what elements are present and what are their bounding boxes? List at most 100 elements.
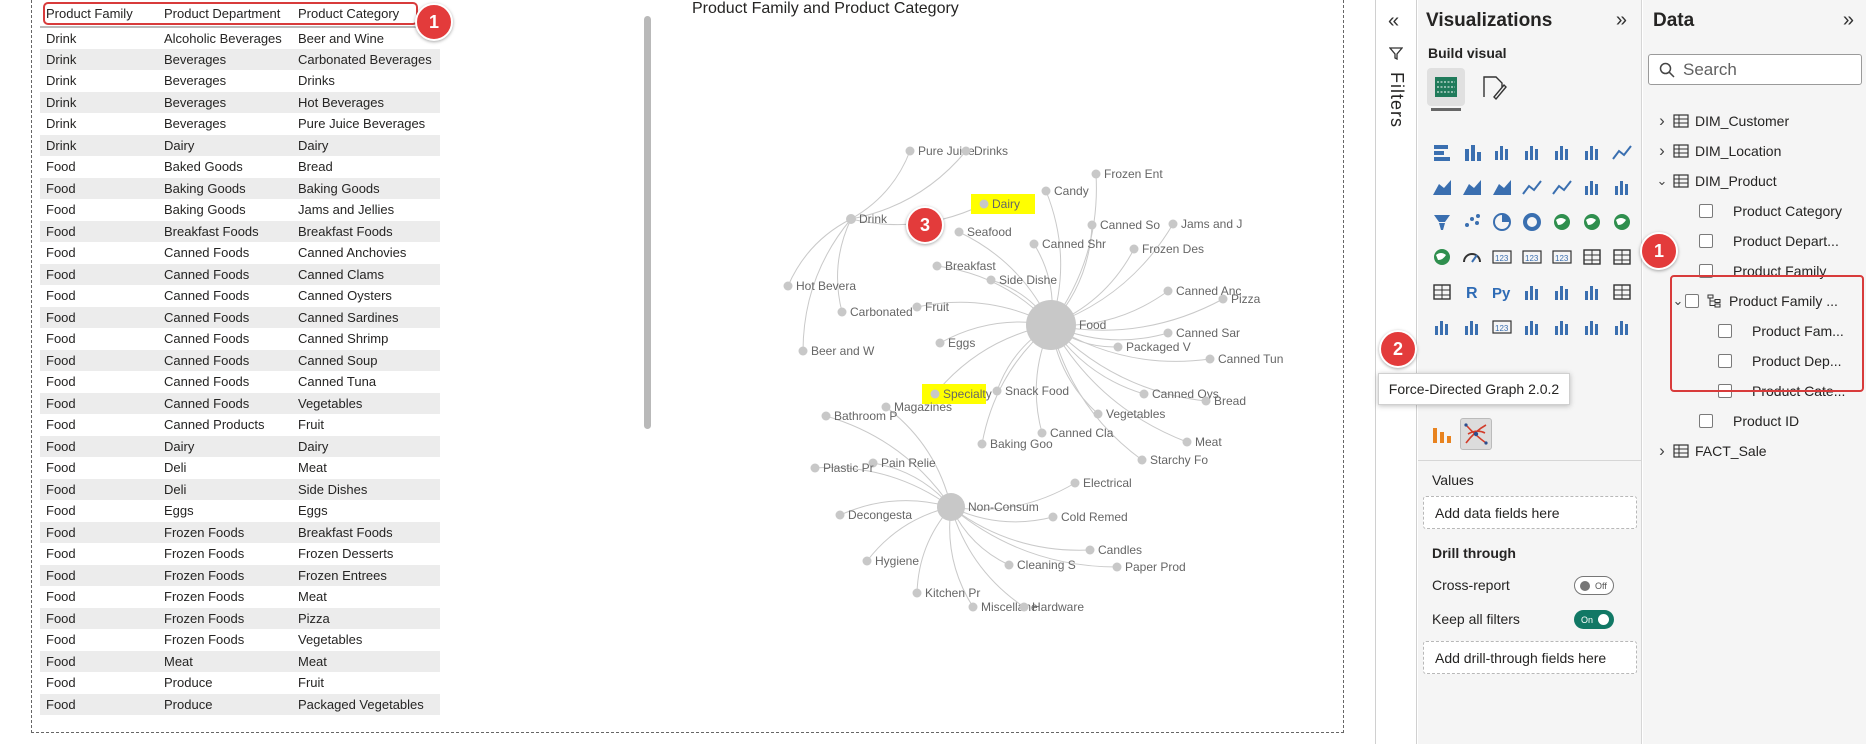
viz-100-area-icon[interactable] (1487, 169, 1517, 204)
graph-leaf-node[interactable] (912, 588, 922, 598)
graph-leaf-node[interactable] (1113, 342, 1123, 352)
graph-leaf-node[interactable] (783, 281, 793, 291)
graph-leaf-node[interactable] (835, 510, 845, 520)
viz-scatter-icon[interactable] (1457, 204, 1487, 239)
graph-leaf-node[interactable] (1201, 396, 1211, 406)
data-search-box[interactable] (1648, 54, 1862, 85)
graph-leaf-node[interactable] (1218, 294, 1228, 304)
graph-leaf-node[interactable] (1048, 512, 1058, 522)
graph-hub-node[interactable] (937, 493, 965, 521)
viz-stacked-area-icon[interactable] (1457, 169, 1487, 204)
graph-leaf-node[interactable] (977, 439, 987, 449)
graph-leaf-node[interactable] (1093, 409, 1103, 419)
viz-new-card-icon[interactable]: 123 (1487, 309, 1517, 344)
graph-leaf-node[interactable] (968, 602, 978, 612)
viz-custom-2-icon[interactable] (1547, 309, 1577, 344)
graph-leaf-node[interactable] (930, 389, 940, 399)
graph-leaf-node[interactable] (905, 146, 915, 156)
graph-leaf-node[interactable] (798, 346, 808, 356)
graph-leaf-node[interactable] (1182, 437, 1192, 447)
filters-pane-collapsed[interactable]: « Filters (1375, 0, 1417, 744)
graph-leaf-node[interactable] (821, 411, 831, 421)
drill-through-drop-well[interactable]: Add drill-through fields here (1423, 641, 1637, 674)
graph-leaf-node[interactable] (1041, 186, 1051, 196)
viz-azure-map-icon[interactable] (1427, 239, 1457, 274)
graph-hub-node[interactable] (846, 214, 856, 224)
graph-leaf-node[interactable] (1087, 220, 1097, 230)
viz-clustered-column-icon[interactable] (1517, 134, 1547, 169)
graph-leaf-node[interactable] (1085, 545, 1095, 555)
graph-leaf-node[interactable] (837, 307, 847, 317)
graph-leaf-node[interactable] (1139, 389, 1149, 399)
graph-leaf-node[interactable] (1163, 328, 1173, 338)
viz-ribbon-icon[interactable] (1577, 169, 1607, 204)
viz-slicer-icon[interactable] (1577, 239, 1607, 274)
graph-leaf-node[interactable] (1091, 169, 1101, 179)
viz-line-icon[interactable] (1607, 134, 1637, 169)
viz-line-clustered-column-icon[interactable] (1547, 169, 1577, 204)
viz-python-visual-icon[interactable]: Py (1487, 274, 1517, 309)
viz-100-bar-icon[interactable] (1547, 134, 1577, 169)
field-checkbox[interactable] (1699, 203, 1713, 218)
build-visual-tab[interactable] (1427, 68, 1465, 106)
viz-stacked-bar-icon[interactable] (1427, 134, 1457, 169)
viz-qa-icon[interactable] (1577, 274, 1607, 309)
viz-custom-1-icon[interactable] (1517, 309, 1547, 344)
graph-leaf-node[interactable] (979, 199, 989, 209)
graph-leaf-node[interactable] (1163, 286, 1173, 296)
viz-multi-row-card-icon[interactable]: 123 (1517, 239, 1547, 274)
viz-matrix-icon[interactable] (1427, 274, 1457, 309)
graph-leaf-node[interactable] (1137, 455, 1147, 465)
viz-paginated-report-icon[interactable] (1607, 274, 1637, 309)
graph-leaf-node[interactable] (862, 556, 872, 566)
keep-all-filters-toggle[interactable]: On (1574, 610, 1614, 629)
graph-leaf-node[interactable] (810, 463, 820, 473)
collapse-left-icon[interactable]: « (1388, 10, 1399, 33)
viz-funnel-icon[interactable] (1427, 204, 1457, 239)
viz-clustered-bar-icon[interactable] (1487, 134, 1517, 169)
viz-custom-4-icon[interactable] (1607, 309, 1637, 344)
graph-leaf-node[interactable] (992, 386, 1002, 396)
viz-r-visual-icon[interactable]: R (1457, 274, 1487, 309)
graph-leaf-node[interactable] (1070, 478, 1080, 488)
viz-narrative-icon[interactable] (1457, 309, 1487, 344)
field-row[interactable]: Product Category (1643, 198, 1866, 223)
viz-key-influencers-icon[interactable] (1517, 274, 1547, 309)
viz-kpi-icon[interactable]: 123 (1547, 239, 1577, 274)
viz-filled-map-icon[interactable] (1607, 204, 1637, 239)
viz-map-icon[interactable] (1577, 204, 1607, 239)
table-dim_product[interactable]: ⌄ DIM_Product (1643, 168, 1866, 193)
graph-leaf-node[interactable] (1205, 354, 1215, 364)
graph-leaf-node[interactable] (932, 261, 942, 271)
graph-leaf-node[interactable] (1112, 562, 1122, 572)
viz-stacked-column-icon[interactable] (1457, 134, 1487, 169)
viz-custom-3-icon[interactable] (1577, 309, 1607, 344)
viz-area-icon[interactable] (1427, 169, 1457, 204)
viz-waterfall-icon[interactable] (1607, 169, 1637, 204)
graph-leaf-node[interactable] (1168, 219, 1178, 229)
graph-leaf-node[interactable] (881, 402, 891, 412)
viz-table-icon[interactable] (1607, 239, 1637, 274)
field-row-product-id[interactable]: Product ID (1643, 408, 1866, 433)
custom-bar-visual[interactable] (1426, 418, 1458, 450)
field-checkbox[interactable] (1699, 413, 1713, 428)
graph-leaf-node[interactable] (1129, 244, 1139, 254)
chevron-right-icon[interactable]: › (1655, 441, 1669, 461)
table-dim_location[interactable]: › DIM_Location (1643, 138, 1866, 163)
values-drop-well[interactable]: Add data fields here (1423, 496, 1637, 529)
table-dim_customer[interactable]: › DIM_Customer (1643, 108, 1866, 133)
search-input[interactable] (1683, 59, 1853, 80)
viz-pie-icon[interactable] (1487, 204, 1517, 239)
cross-report-toggle[interactable]: Off (1574, 576, 1614, 595)
graph-leaf-node[interactable] (961, 146, 971, 156)
data-expand-icon[interactable]: » (1843, 9, 1854, 32)
graph-leaf-node[interactable] (935, 338, 945, 348)
filters-label[interactable]: Filters (1386, 72, 1407, 128)
viz-metrics-icon[interactable] (1427, 309, 1457, 344)
force-directed-graph-visual[interactable] (1460, 418, 1492, 450)
expand-right-icon[interactable]: » (1616, 9, 1627, 32)
chevron-down-icon[interactable]: ⌄ (1655, 173, 1669, 189)
graph-leaf-node[interactable] (986, 275, 996, 285)
graph-leaf-node[interactable] (1019, 602, 1029, 612)
viz-card-icon[interactable]: 123 (1487, 239, 1517, 274)
